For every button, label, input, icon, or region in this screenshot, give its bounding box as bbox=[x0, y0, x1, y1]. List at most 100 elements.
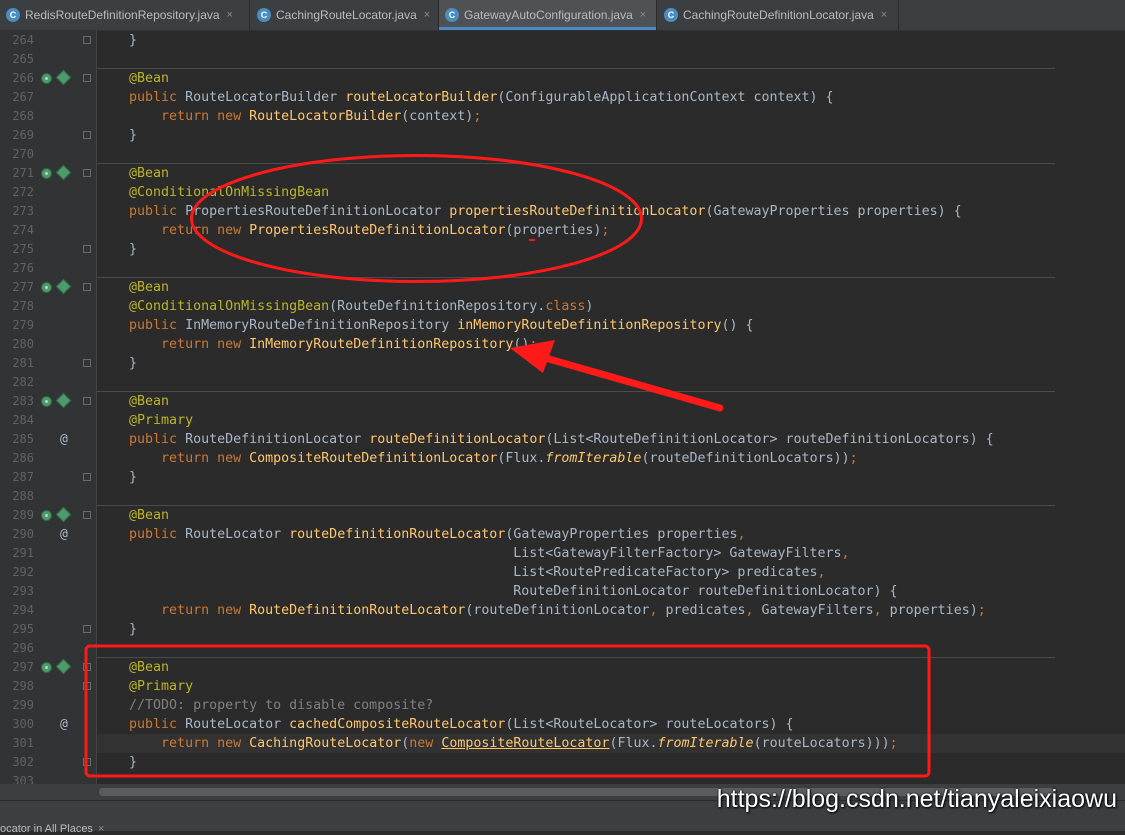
fold-marker-icon[interactable] bbox=[83, 131, 91, 139]
code-line[interactable]: @Bean bbox=[97, 69, 1125, 88]
line-number: 267 bbox=[12, 90, 34, 104]
line-number: 277 bbox=[12, 280, 34, 294]
tab-label: RedisRouteDefinitionRepository.java bbox=[25, 8, 220, 22]
line-number: 302 bbox=[12, 755, 34, 769]
navigate-bean-icon[interactable] bbox=[55, 278, 72, 295]
find-usages-tab[interactable]: ocator in All Places × bbox=[0, 823, 104, 835]
code-line[interactable]: } bbox=[97, 31, 1125, 50]
fold-marker-icon[interactable] bbox=[83, 36, 91, 44]
navigate-bean-icon[interactable] bbox=[55, 658, 72, 675]
gutter-line: 276 bbox=[0, 259, 96, 278]
gutter-line: 293 bbox=[0, 582, 96, 601]
autowired-at-icon[interactable]: @ bbox=[60, 525, 68, 544]
line-number: 282 bbox=[12, 375, 34, 389]
code-line[interactable]: public InMemoryRouteDefinitionRepository… bbox=[97, 316, 1125, 335]
line-number: 284 bbox=[12, 413, 34, 427]
navigate-bean-icon[interactable] bbox=[55, 392, 72, 409]
autowired-at-icon[interactable]: @ bbox=[60, 715, 68, 734]
gutter-line: 295 bbox=[0, 620, 96, 639]
code-line[interactable]: public RouteLocatorBuilder routeLocatorB… bbox=[97, 88, 1125, 107]
line-number: 270 bbox=[12, 147, 34, 161]
code-line[interactable]: public RouteLocator routeDefinitionRoute… bbox=[97, 525, 1125, 544]
gutter-line: 275 bbox=[0, 240, 96, 259]
java-class-icon: C bbox=[6, 8, 20, 22]
fold-marker-icon[interactable] bbox=[83, 473, 91, 481]
line-number: 274 bbox=[12, 223, 34, 237]
tab-file-4[interactable]: C CachingRouteDefinitionLocator.java × bbox=[658, 0, 899, 30]
tab-close-icon[interactable]: × bbox=[881, 9, 887, 21]
line-number: 290 bbox=[12, 527, 34, 541]
code-line[interactable]: return new RouteLocatorBuilder(context); bbox=[97, 107, 1125, 126]
line-number: 300 bbox=[12, 717, 34, 731]
code-line[interactable] bbox=[97, 50, 1125, 69]
java-class-icon: C bbox=[664, 8, 678, 22]
spring-bean-icon[interactable] bbox=[41, 662, 52, 673]
tab-label: CachingRouteLocator.java bbox=[276, 8, 417, 22]
gutter-line: 278 bbox=[0, 297, 96, 316]
code-line[interactable] bbox=[97, 487, 1125, 506]
gutter-line: 300 @ bbox=[0, 715, 96, 734]
code-line[interactable]: } bbox=[97, 620, 1125, 639]
gutter-line: 269 bbox=[0, 126, 96, 145]
gutter-line: 298 bbox=[0, 677, 96, 696]
tab-close-icon[interactable]: × bbox=[640, 9, 646, 21]
gutter-line: 282 bbox=[0, 373, 96, 392]
gutter-line: 272 bbox=[0, 183, 96, 202]
navigate-bean-icon[interactable] bbox=[55, 506, 72, 523]
fold-marker-icon[interactable] bbox=[83, 283, 91, 291]
code-line[interactable]: List<GatewayFilterFactory> GatewayFilter… bbox=[97, 544, 1125, 563]
navigate-bean-icon[interactable] bbox=[55, 69, 72, 86]
red-ellipse-annotation bbox=[190, 154, 643, 283]
line-number: 298 bbox=[12, 679, 34, 693]
line-number: 266 bbox=[12, 71, 34, 85]
fold-marker-icon[interactable] bbox=[83, 397, 91, 405]
java-class-icon: C bbox=[257, 8, 271, 22]
fold-marker-icon[interactable] bbox=[83, 511, 91, 519]
line-number: 271 bbox=[12, 166, 34, 180]
gutter-line: 281 bbox=[0, 354, 96, 373]
code-line[interactable]: return new RouteDefinitionRouteLocator(r… bbox=[97, 601, 1125, 620]
spring-bean-icon[interactable] bbox=[41, 510, 52, 521]
code-line[interactable]: } bbox=[97, 468, 1125, 487]
line-number: 292 bbox=[12, 565, 34, 579]
code-line[interactable]: } bbox=[97, 126, 1125, 145]
gutter-line: 268 bbox=[0, 107, 96, 126]
line-number: 280 bbox=[12, 337, 34, 351]
autowired-at-icon[interactable]: @ bbox=[60, 430, 68, 449]
line-number: 293 bbox=[12, 584, 34, 598]
method-separator bbox=[97, 68, 1055, 69]
tab-file-1[interactable]: C RedisRouteDefinitionRepository.java × bbox=[0, 0, 250, 30]
tab-file-3[interactable]: C GatewayAutoConfiguration.java × bbox=[439, 0, 657, 30]
tab-file-2[interactable]: C CachingRouteLocator.java × bbox=[251, 0, 439, 30]
code-line[interactable]: @Bean bbox=[97, 506, 1125, 525]
spring-bean-icon[interactable] bbox=[41, 396, 52, 407]
spring-bean-icon[interactable] bbox=[41, 73, 52, 84]
code-line[interactable]: @ConditionalOnMissingBean(RouteDefinitio… bbox=[97, 297, 1125, 316]
fold-marker-icon[interactable] bbox=[83, 625, 91, 633]
tab-close-icon[interactable]: × bbox=[424, 9, 430, 21]
navigate-bean-icon[interactable] bbox=[55, 164, 72, 181]
line-number: 299 bbox=[12, 698, 34, 712]
code-line[interactable]: return new CompositeRouteDefinitionLocat… bbox=[97, 449, 1125, 468]
line-number: 283 bbox=[12, 394, 34, 408]
code-line[interactable]: public RouteDefinitionLocator routeDefin… bbox=[97, 430, 1125, 449]
tab-close-icon[interactable]: × bbox=[227, 9, 233, 21]
tab-label: CachingRouteDefinitionLocator.java bbox=[683, 8, 874, 22]
spring-bean-icon[interactable] bbox=[41, 282, 52, 293]
gutter-line: 265 bbox=[0, 50, 96, 69]
line-number: 279 bbox=[12, 318, 34, 332]
fold-marker-icon[interactable] bbox=[83, 74, 91, 82]
close-icon[interactable]: × bbox=[98, 823, 104, 835]
line-number: 275 bbox=[12, 242, 34, 256]
fold-marker-icon[interactable] bbox=[83, 359, 91, 367]
gutter-line: 280 bbox=[0, 335, 96, 354]
code-line[interactable]: List<RoutePredicateFactory> predicates, bbox=[97, 563, 1125, 582]
fold-marker-icon[interactable] bbox=[83, 169, 91, 177]
gutter-line: 283 bbox=[0, 392, 96, 411]
code-line[interactable]: RouteDefinitionLocator routeDefinitionLo… bbox=[97, 582, 1125, 601]
gutter-line: 297 bbox=[0, 658, 96, 677]
gutter-line: 288 bbox=[0, 487, 96, 506]
gutter-line: 279 bbox=[0, 316, 96, 335]
fold-marker-icon[interactable] bbox=[83, 245, 91, 253]
spring-bean-icon[interactable] bbox=[41, 168, 52, 179]
